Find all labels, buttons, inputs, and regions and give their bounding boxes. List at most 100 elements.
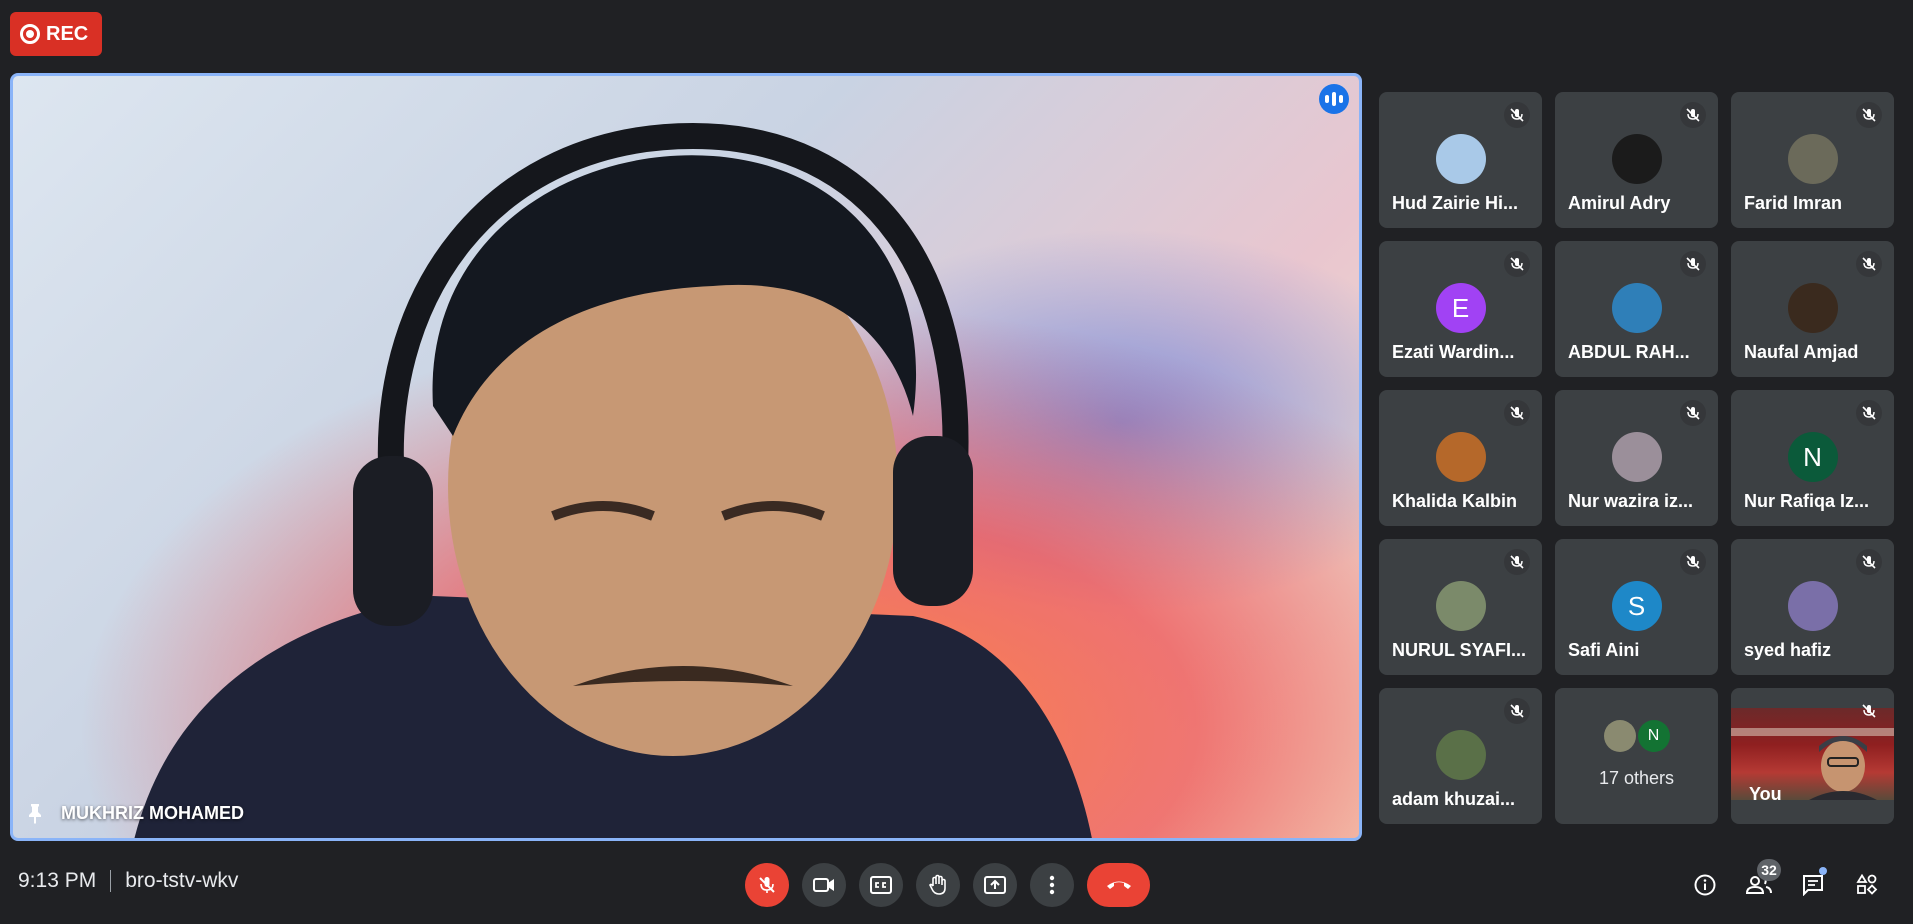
call-controls bbox=[745, 863, 1150, 907]
mic-off-icon bbox=[1680, 549, 1706, 575]
participant-tile[interactable]: Farid Imran bbox=[1731, 92, 1894, 228]
participant-tile[interactable]: Nur wazira iz... bbox=[1555, 390, 1718, 526]
mic-off-icon bbox=[1504, 698, 1530, 724]
mic-off-icon bbox=[1504, 251, 1530, 277]
participant-name: syed hafiz bbox=[1744, 640, 1832, 660]
participant-name: ABDUL RAH... bbox=[1568, 342, 1690, 362]
mic-off-icon bbox=[1504, 400, 1530, 426]
participant-tile[interactable]: N Nur Rafiqa Iz... bbox=[1731, 390, 1894, 526]
participant-tile[interactable]: ABDUL RAH... bbox=[1555, 241, 1718, 377]
mic-off-icon bbox=[1504, 102, 1530, 128]
meeting-info: 9:13 PM bro-tstv-wkv bbox=[18, 869, 238, 893]
call-end-icon bbox=[1106, 881, 1131, 889]
meeting-details-button[interactable] bbox=[1681, 863, 1729, 907]
info-icon bbox=[1694, 874, 1716, 896]
speaking-indicator-icon bbox=[1319, 84, 1349, 114]
participant-name: adam khuzai... bbox=[1392, 789, 1516, 809]
participant-name: Ezati Wardin... bbox=[1392, 342, 1515, 362]
hand-icon bbox=[929, 874, 946, 895]
avatar bbox=[1435, 581, 1486, 631]
present-icon bbox=[984, 876, 1006, 894]
avatar bbox=[1611, 134, 1662, 184]
self-label: You bbox=[1749, 784, 1782, 804]
unread-dot bbox=[1819, 867, 1827, 875]
avatar: N bbox=[1637, 720, 1670, 752]
participant-tile[interactable]: Hud Zairie Hi... bbox=[1379, 92, 1542, 228]
avatar-letter: N bbox=[1647, 727, 1660, 744]
chat-button[interactable] bbox=[1789, 863, 1837, 907]
present-screen-button[interactable] bbox=[973, 863, 1017, 907]
people-count-badge: 32 bbox=[1757, 859, 1781, 881]
activities-icon bbox=[1856, 874, 1878, 895]
speaker-video bbox=[13, 76, 1359, 838]
participant-name: Nur Rafiqa Iz... bbox=[1744, 491, 1870, 511]
people-button[interactable]: 32 bbox=[1735, 859, 1783, 907]
avatar-letter: E bbox=[1451, 292, 1470, 323]
participant-tile[interactable]: E Ezati Wardin... bbox=[1379, 241, 1542, 377]
participant-name: Nur wazira iz... bbox=[1568, 491, 1694, 511]
avatar: S bbox=[1611, 581, 1662, 631]
mic-off-icon bbox=[759, 877, 775, 893]
main-speaker-tile[interactable]: MUKHRIZ MOHAMED bbox=[10, 73, 1362, 841]
meeting-time: 9:13 PM bbox=[18, 869, 97, 892]
mic-off-icon bbox=[1856, 400, 1882, 426]
more-options-button[interactable] bbox=[1030, 863, 1074, 907]
bottom-bar: 9:13 PM bro-tstv-wkv 32 bbox=[0, 847, 1913, 924]
chat-icon bbox=[1803, 875, 1823, 896]
captions-button[interactable] bbox=[859, 863, 903, 907]
participant-tile[interactable]: NURUL SYAFI... bbox=[1379, 539, 1542, 675]
avatar bbox=[1787, 581, 1838, 631]
record-icon bbox=[20, 24, 40, 44]
meeting-code[interactable]: bro-tstv-wkv bbox=[125, 869, 238, 893]
captions-icon bbox=[870, 876, 892, 894]
side-panel-controls: 32 bbox=[1681, 859, 1891, 907]
avatar: N bbox=[1787, 432, 1838, 482]
divider bbox=[110, 870, 112, 892]
participant-name: Farid Imran bbox=[1744, 193, 1843, 213]
avatar-letter: N bbox=[1803, 441, 1822, 472]
mic-off-icon bbox=[1856, 251, 1882, 277]
more-vert-icon bbox=[1049, 875, 1055, 895]
others-tile[interactable]: N 17 others bbox=[1555, 688, 1718, 824]
pin-icon[interactable] bbox=[25, 802, 45, 824]
avatar bbox=[1787, 134, 1838, 184]
camera-icon bbox=[813, 878, 834, 892]
participant-tile[interactable]: Khalida Kalbin bbox=[1379, 390, 1542, 526]
leave-call-button[interactable] bbox=[1087, 863, 1150, 907]
camera-toggle-button[interactable] bbox=[802, 863, 846, 907]
avatar bbox=[1603, 720, 1636, 752]
main-speaker-label: MUKHRIZ MOHAMED bbox=[25, 802, 244, 824]
recording-badge: REC bbox=[10, 12, 103, 56]
avatar bbox=[1435, 730, 1486, 780]
avatar bbox=[1611, 283, 1662, 333]
participant-grid: Hud Zairie Hi... Amirul Adry Farid Imran… bbox=[1379, 92, 1894, 824]
participant-tile[interactable]: adam khuzai... bbox=[1379, 688, 1542, 824]
participant-tile[interactable]: Amirul Adry bbox=[1555, 92, 1718, 228]
mic-off-icon bbox=[1856, 102, 1882, 128]
participant-name: Naufal Amjad bbox=[1744, 342, 1859, 362]
raise-hand-button[interactable] bbox=[916, 863, 960, 907]
mic-toggle-button[interactable] bbox=[745, 863, 789, 907]
avatar bbox=[1435, 432, 1486, 482]
activities-button[interactable] bbox=[1843, 863, 1891, 907]
avatar bbox=[1611, 432, 1662, 482]
participant-tile[interactable]: syed hafiz bbox=[1731, 539, 1894, 675]
participant-name: NURUL SYAFI... bbox=[1392, 640, 1527, 660]
participant-tile[interactable]: Naufal Amjad bbox=[1731, 241, 1894, 377]
participant-name: Amirul Adry bbox=[1568, 193, 1671, 213]
recording-label: REC bbox=[46, 22, 89, 45]
main-speaker-name: MUKHRIZ MOHAMED bbox=[61, 802, 244, 823]
mic-off-icon bbox=[1504, 549, 1530, 575]
mic-off-icon bbox=[1856, 698, 1882, 724]
participant-tile[interactable]: S Safi Aini bbox=[1555, 539, 1718, 675]
participant-name: Safi Aini bbox=[1568, 640, 1640, 660]
others-label: 17 others bbox=[1598, 768, 1675, 788]
self-tile[interactable]: You bbox=[1731, 688, 1894, 824]
avatar bbox=[1435, 134, 1486, 184]
participant-name: Hud Zairie Hi... bbox=[1392, 193, 1519, 213]
others-avatars: N bbox=[1603, 720, 1670, 752]
mic-off-icon bbox=[1856, 549, 1882, 575]
mic-off-icon bbox=[1680, 400, 1706, 426]
avatar-letter: S bbox=[1627, 590, 1646, 621]
participant-name: Khalida Kalbin bbox=[1392, 491, 1518, 511]
